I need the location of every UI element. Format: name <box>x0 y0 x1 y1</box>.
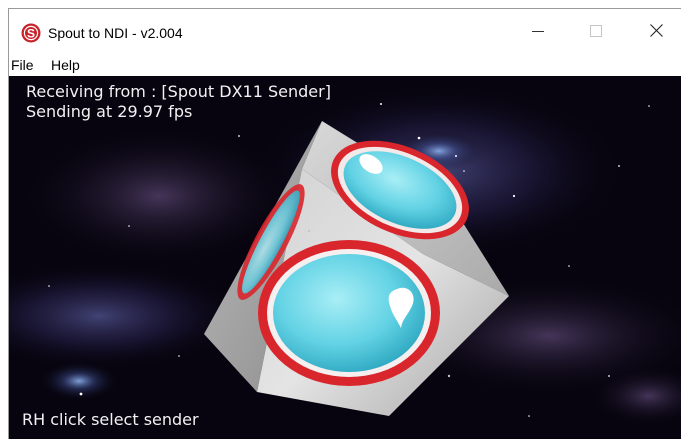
menu-help[interactable]: Help <box>51 56 80 74</box>
window-title: Spout to NDI - v2.004 <box>48 25 183 41</box>
menu-file[interactable]: File <box>11 56 34 74</box>
close-button[interactable] <box>633 9 679 53</box>
sender-select-hint: RH click select sender <box>22 410 199 429</box>
receiving-status: Receiving from : [Spout DX11 Sender] <box>26 82 331 101</box>
minimize-icon <box>532 22 544 41</box>
spout-logo-icon[interactable]: S <box>21 23 41 43</box>
preview-render <box>9 76 681 439</box>
close-icon <box>649 22 663 41</box>
sender-preview[interactable]: Receiving from : [Spout DX11 Sender] Sen… <box>9 76 681 439</box>
fps-status: Sending at 29.97 fps <box>26 102 193 121</box>
maximize-button[interactable] <box>573 9 619 53</box>
minimize-button[interactable] <box>515 9 561 53</box>
app-window: S Spout to NDI - v2.004 File Help Receiv… <box>8 8 681 439</box>
title-bar[interactable]: S Spout to NDI - v2.004 <box>9 9 681 53</box>
app-icon-letter: S <box>27 26 35 40</box>
menu-bar: File Help <box>9 53 681 76</box>
maximize-icon <box>590 22 602 41</box>
